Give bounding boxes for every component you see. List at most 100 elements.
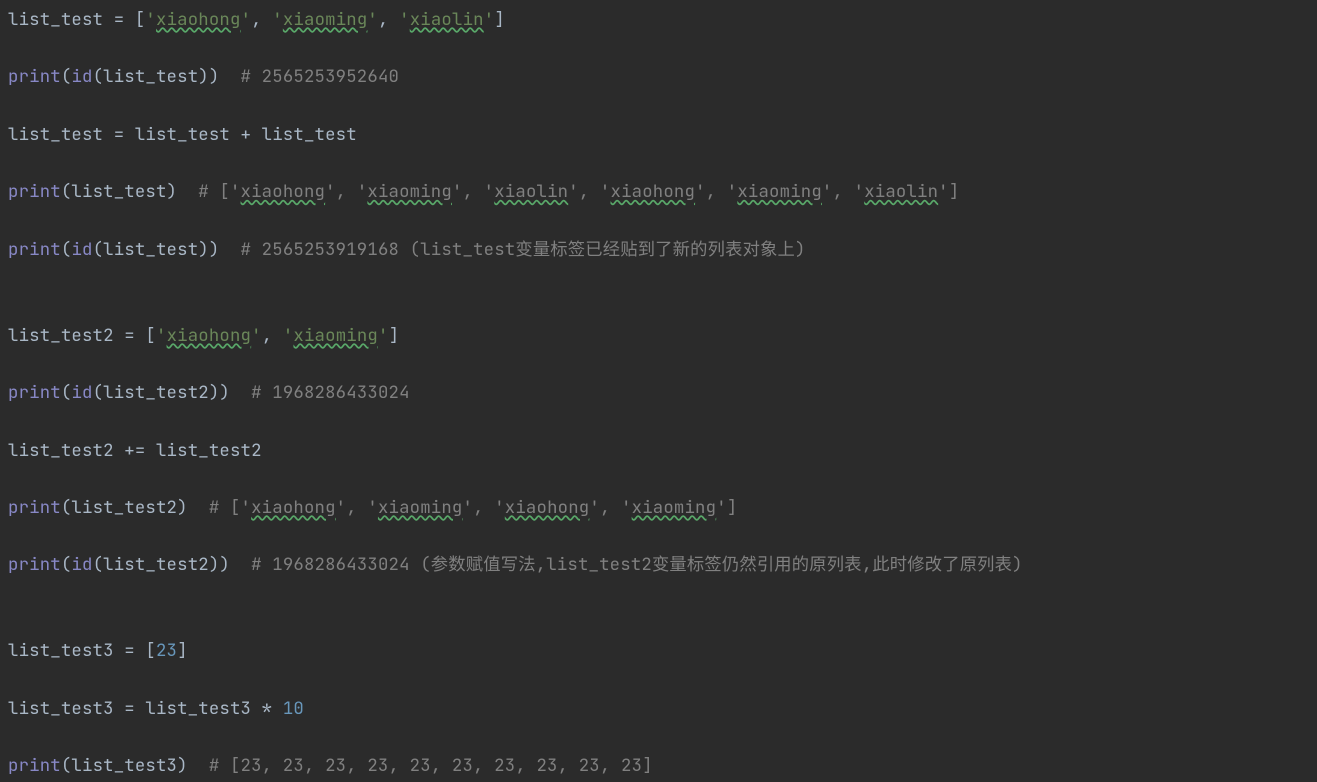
code-token: ', ' — [822, 180, 864, 203]
code-token: list_test3 — [8, 639, 124, 662]
code-line[interactable]: print(list_test3) # [23, 23, 23, 23, 23,… — [8, 752, 1309, 781]
code-token: ' — [241, 8, 252, 31]
code-token: xiaohong — [241, 180, 326, 203]
code-token: xiaohong — [167, 324, 252, 347]
code-token: list_test2 — [8, 439, 124, 462]
code-token: ( — [61, 553, 72, 576]
code-line[interactable]: list_test = list_test + list_test — [8, 121, 1309, 150]
code-token: # 1968286433024 (参数赋值写法,list_test2变量标签仍然… — [251, 553, 1023, 576]
code-token: += — [124, 439, 156, 462]
code-token: , — [251, 8, 272, 31]
code-token: = — [114, 123, 135, 146]
code-token: print — [8, 381, 61, 404]
code-token: ' — [484, 8, 495, 31]
code-token: ' — [156, 324, 167, 347]
code-token: xiaohong — [251, 496, 336, 519]
code-line[interactable]: print(list_test2) # ['xiaohong', 'xiaomi… — [8, 494, 1309, 523]
code-token: (list_test2) — [61, 496, 209, 519]
code-token: # [' — [198, 180, 240, 203]
code-token: print — [8, 754, 61, 777]
code-line[interactable]: print(id(list_test2)) # 1968286433024 — [8, 379, 1309, 408]
code-token: ', ' — [463, 496, 505, 519]
code-token: # 1968286433024 — [251, 381, 410, 404]
code-token: ', ' — [452, 180, 494, 203]
code-token: id — [71, 553, 92, 576]
code-token: (list_test2)) — [93, 553, 252, 576]
code-token: ' — [367, 8, 378, 31]
code-token: (list_test) — [61, 180, 198, 203]
code-token: , — [378, 8, 399, 31]
code-token: ', ' — [325, 180, 367, 203]
code-token: 10 — [283, 697, 304, 720]
code-token: ( — [61, 65, 72, 88]
code-token: xiaohong — [611, 180, 696, 203]
code-token: # [' — [209, 496, 251, 519]
code-token: xiaolin — [410, 8, 484, 31]
code-token: ] — [494, 8, 505, 31]
code-token: (list_test)) — [93, 238, 241, 261]
code-token: xiaoming — [737, 180, 822, 203]
code-token: xiaoming — [283, 8, 368, 31]
code-line[interactable]: list_test2 += list_test2 — [8, 437, 1309, 466]
code-token: ', ' — [695, 180, 737, 203]
code-token: xiaoming — [367, 180, 452, 203]
code-token: ' — [145, 8, 156, 31]
code-token: # 2565253919168 (list_test变量标签已经贴到了新的列表对… — [241, 238, 806, 261]
code-line[interactable]: list_test2 = ['xiaohong', 'xiaoming'] — [8, 322, 1309, 351]
code-token: (list_test2)) — [93, 381, 252, 404]
code-token: list_test3 * — [145, 697, 282, 720]
code-token: # [23, 23, 23, 23, 23, 23, 23, 23, 23, 2… — [209, 754, 653, 777]
code-token: xiaohong — [505, 496, 590, 519]
code-token: 23 — [156, 639, 177, 662]
code-token: id — [71, 381, 92, 404]
code-line[interactable]: print(list_test) # ['xiaohong', 'xiaomin… — [8, 178, 1309, 207]
code-token: = [ — [124, 324, 156, 347]
code-token: ', ' — [589, 496, 631, 519]
code-editor[interactable]: list_test = ['xiaohong', 'xiaoming', 'xi… — [0, 0, 1317, 782]
code-token: print — [8, 65, 61, 88]
code-token: list_test2 — [156, 439, 262, 462]
code-token: id — [71, 238, 92, 261]
code-token: list_test — [8, 123, 114, 146]
code-token: # 2565253952640 — [241, 65, 400, 88]
code-token: '] — [938, 180, 959, 203]
code-token: '] — [716, 496, 737, 519]
code-token: (list_test)) — [93, 65, 241, 88]
code-token: xiaolin — [494, 180, 568, 203]
code-token: xiaolin — [864, 180, 938, 203]
code-token: id — [71, 65, 92, 88]
code-token: ', ' — [568, 180, 610, 203]
code-token: print — [8, 553, 61, 576]
code-token: = [ — [124, 639, 156, 662]
code-token: (list_test3) — [61, 754, 209, 777]
code-line[interactable]: list_test3 = [23] — [8, 637, 1309, 666]
code-line[interactable]: print(id(list_test)) # 2565253919168 (li… — [8, 236, 1309, 265]
code-token: ] — [389, 324, 400, 347]
code-token: ' — [283, 324, 294, 347]
code-token: list_test3 — [8, 697, 124, 720]
code-token: xiaoming — [293, 324, 378, 347]
code-token: ' — [272, 8, 283, 31]
code-token: ' — [399, 8, 410, 31]
code-token: ] — [177, 639, 188, 662]
code-token: list_test — [8, 8, 114, 31]
code-token: ( — [61, 381, 72, 404]
code-token: , — [262, 324, 283, 347]
code-token: ', ' — [336, 496, 378, 519]
code-token: ( — [61, 238, 72, 261]
code-line[interactable]: print(id(list_test)) # 2565253952640 — [8, 63, 1309, 92]
code-token: list_test2 — [8, 324, 124, 347]
code-line[interactable]: list_test3 = list_test3 * 10 — [8, 695, 1309, 724]
code-token: xiaoming — [632, 496, 717, 519]
code-line[interactable]: list_test = ['xiaohong', 'xiaoming', 'xi… — [8, 6, 1309, 35]
code-token: print — [8, 180, 61, 203]
code-token: ' — [378, 324, 389, 347]
code-token: print — [8, 496, 61, 519]
code-token: list_test + list_test — [135, 123, 357, 146]
code-line[interactable]: print(id(list_test2)) # 1968286433024 (参… — [8, 551, 1309, 580]
code-token: xiaoming — [378, 496, 463, 519]
code-token: print — [8, 238, 61, 261]
code-token: = — [124, 697, 145, 720]
code-token: ' — [251, 324, 262, 347]
code-token: xiaohong — [156, 8, 241, 31]
